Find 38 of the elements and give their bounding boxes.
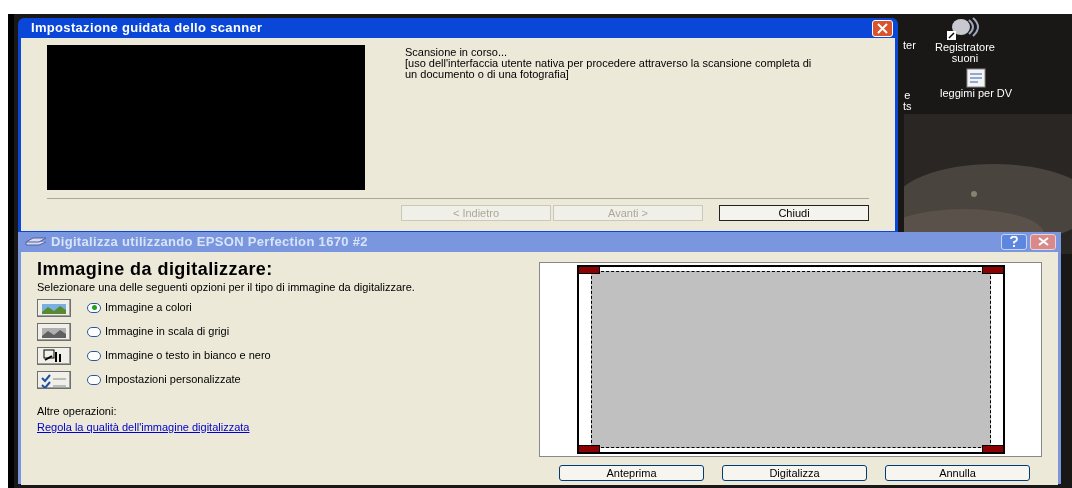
desktop-icon-label[interactable]: ts	[903, 101, 912, 112]
radio-button[interactable]	[87, 302, 101, 313]
instructions-text: Selezionare una delle seguenti opzioni per il tipo di immagine da digitalizzare.	[37, 281, 416, 293]
crop-handle[interactable]	[577, 265, 600, 274]
desktop-icon-label[interactable]: suoni	[951, 53, 979, 64]
dialog-button[interactable]: Digitalizza	[722, 464, 867, 481]
section-label: Altre operazioni:	[37, 403, 118, 419]
window-title: Impostazione guidata dello scanner	[31, 19, 263, 38]
image-type-button[interactable]	[37, 346, 71, 365]
desktop-icon-label[interactable]: leggimi per DV	[940, 88, 1013, 99]
dialog-button[interactable]: Anteprima	[559, 464, 704, 481]
crop-handle[interactable]	[577, 444, 600, 453]
help-icon	[1010, 236, 1018, 248]
radio-option[interactable]: Immagine o testo in bianco e nero	[87, 347, 271, 364]
scanner-icon	[25, 236, 47, 247]
close-icon	[877, 22, 888, 34]
adjust-quality-link[interactable]: Regola la qualità dell'immagine digitalizzata	[37, 419, 527, 436]
help-button[interactable]	[1001, 233, 1027, 250]
close-icon	[1037, 237, 1049, 247]
notepad-icon	[966, 68, 987, 88]
radio-option[interactable]: Immagine a colori	[87, 299, 192, 316]
crop-handle[interactable]	[981, 265, 1004, 274]
radio-button[interactable]	[87, 326, 101, 337]
description-text: [uso dell'interfaccia utente nativa per procedere attraverso la scansione completa di un documento o di una fotografia]	[405, 58, 813, 80]
radio-button[interactable]	[87, 350, 101, 361]
desktop-icon-label[interactable]: Registratore	[935, 42, 995, 53]
status-text: Scansione in corso...	[405, 47, 509, 58]
desktop-icon-label[interactable]: e	[904, 90, 911, 101]
image-type-button[interactable]	[37, 370, 71, 389]
desktop-icon-label[interactable]: ter	[903, 40, 916, 51]
radio-option[interactable]: Immagine in scala di grigi	[87, 323, 230, 340]
wizard-button[interactable]: Chiudi	[719, 205, 869, 221]
crop-handle[interactable]	[981, 444, 1004, 453]
radio-option[interactable]: Impostazioni personalizzate	[87, 371, 241, 388]
section-heading: Immagine da digitalizzare:	[37, 257, 274, 280]
radio-button[interactable]	[87, 374, 101, 385]
dialog-button[interactable]: Annulla	[885, 464, 1030, 481]
window-title: Digitalizza utilizzando EPSON Perfection 1670 #2	[51, 233, 368, 251]
